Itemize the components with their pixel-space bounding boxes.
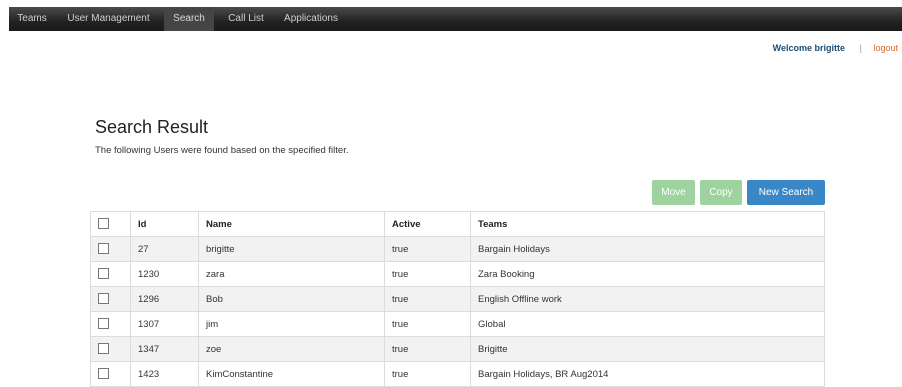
separator: |	[859, 43, 862, 53]
copy-button[interactable]: Copy	[700, 180, 742, 205]
table-header-row: Id Name Active Teams	[90, 211, 825, 237]
cell-id: 1230	[130, 261, 199, 287]
top-navbar: Teams User Management Search Call List A…	[9, 7, 902, 31]
nav-item-applications[interactable]: Applications	[279, 7, 343, 31]
table-row: 1296 Bob true English Offline work	[90, 286, 825, 312]
cell-name: jim	[198, 311, 385, 337]
logout-link[interactable]: logout	[873, 43, 898, 53]
table-row: 1307 jim true Global	[90, 311, 825, 337]
column-header-id: Id	[130, 211, 199, 237]
row-checkbox[interactable]	[98, 368, 109, 380]
table-row: 27 brigitte true Bargain Holidays	[90, 236, 825, 262]
cell-name: zara	[198, 261, 385, 287]
cell-name: KimConstantine	[198, 361, 385, 387]
cell-active: true	[384, 286, 471, 312]
cell-active: true	[384, 311, 471, 337]
table-row: 1230 zara true Zara Booking	[90, 261, 825, 287]
nav-item-user-management[interactable]: User Management	[62, 7, 155, 31]
new-search-button[interactable]: New Search	[747, 180, 825, 205]
cell-name: brigitte	[198, 236, 385, 262]
cell-id: 27	[130, 236, 199, 262]
cell-active: true	[384, 236, 471, 262]
cell-name: Bob	[198, 286, 385, 312]
cell-active: true	[384, 336, 471, 362]
results-table: Id Name Active Teams 27 brigitte true Ba…	[90, 211, 825, 387]
column-header-name: Name	[198, 211, 385, 237]
cell-teams: Brigitte	[470, 336, 825, 362]
nav-item-search[interactable]: Search	[164, 7, 214, 31]
row-checkbox[interactable]	[98, 318, 109, 330]
row-checkbox[interactable]	[98, 293, 109, 305]
cell-teams: Bargain Holidays, BR Aug2014	[470, 361, 825, 387]
cell-id: 1423	[130, 361, 199, 387]
cell-id: 1307	[130, 311, 199, 337]
row-checkbox[interactable]	[98, 343, 109, 355]
cell-teams: English Offline work	[470, 286, 825, 312]
table-row: 1423 KimConstantine true Bargain Holiday…	[90, 361, 825, 387]
column-header-active: Active	[384, 211, 471, 237]
row-checkbox[interactable]	[98, 268, 109, 280]
select-all-checkbox[interactable]	[98, 218, 109, 230]
cell-teams: Global	[470, 311, 825, 337]
row-select-cell	[90, 286, 131, 312]
table-row: 1347 zoe true Brigitte	[90, 336, 825, 362]
cell-teams: Zara Booking	[470, 261, 825, 287]
row-select-cell	[90, 361, 131, 387]
cell-active: true	[384, 261, 471, 287]
nav-item-call-list[interactable]: Call List	[221, 7, 271, 31]
move-button[interactable]: Move	[652, 180, 695, 205]
cell-active: true	[384, 361, 471, 387]
select-all-cell	[90, 211, 131, 237]
page-subtitle: The following Users were found based on …	[95, 145, 349, 156]
row-select-cell	[90, 261, 131, 287]
row-select-cell	[90, 311, 131, 337]
cell-teams: Bargain Holidays	[470, 236, 825, 262]
page-title: Search Result	[95, 117, 209, 137]
column-header-teams: Teams	[470, 211, 825, 237]
row-select-cell	[90, 336, 131, 362]
row-checkbox[interactable]	[98, 243, 109, 255]
nav-item-teams[interactable]: Teams	[9, 7, 55, 31]
row-select-cell	[90, 236, 131, 262]
cell-name: zoe	[198, 336, 385, 362]
cell-id: 1347	[130, 336, 199, 362]
cell-id: 1296	[130, 286, 199, 312]
welcome-text: Welcome brigitte	[772, 43, 845, 53]
user-bar: Welcome brigitte | logout	[602, 43, 902, 57]
